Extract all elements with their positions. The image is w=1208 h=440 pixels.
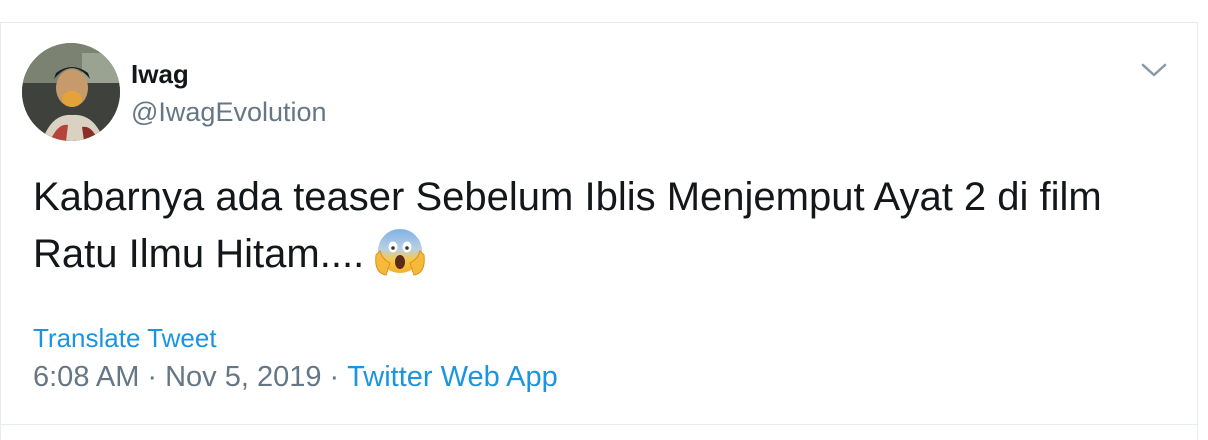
chevron-down-icon[interactable] bbox=[1138, 58, 1170, 82]
meta-separator: · bbox=[329, 361, 340, 393]
meta-separator: · bbox=[147, 361, 158, 393]
face-screaming-in-fear-icon bbox=[374, 225, 426, 292]
divider bbox=[0, 424, 1198, 425]
tweet-source-link[interactable]: Twitter Web App bbox=[347, 361, 558, 393]
tweet-date[interactable]: Nov 5, 2019 bbox=[165, 361, 321, 393]
avatar[interactable] bbox=[22, 43, 120, 141]
tweet-body: Kabarnya ada teaser Sebelum Iblis Menjem… bbox=[33, 175, 1102, 276]
tweet-text: Kabarnya ada teaser Sebelum Iblis Menjem… bbox=[33, 169, 1153, 292]
translate-tweet-link[interactable]: Translate Tweet bbox=[33, 322, 217, 354]
author-handle[interactable]: @IwagEvolution bbox=[131, 96, 327, 128]
tweet-time[interactable]: 6:08 AM bbox=[33, 361, 139, 393]
author-name[interactable]: Iwag bbox=[131, 58, 189, 90]
tweet-metadata: 6:08 AM · Nov 5, 2019 · Twitter Web App bbox=[33, 359, 558, 395]
